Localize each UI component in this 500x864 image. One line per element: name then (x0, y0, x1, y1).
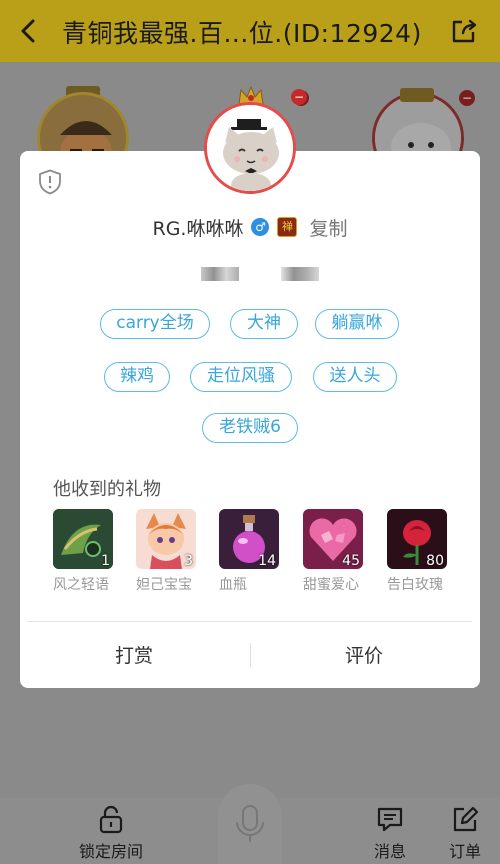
orders-label: 订单 (448, 842, 481, 861)
tag-laotie[interactable]: 老铁贼6 (202, 413, 298, 443)
rank-badge-icon: 禅 (277, 217, 298, 237)
rose-gift-icon: 80 (387, 509, 447, 569)
cat-avatar-icon (207, 105, 293, 191)
username: RG.咻咻咻 (152, 217, 244, 240)
sweet-heart-gift-icon: 45 (303, 509, 363, 569)
gift-item[interactable]: 45 甜蜜爱心 (303, 509, 367, 594)
gift-count: 3 (184, 553, 193, 569)
tag-carry[interactable]: carry全场 (100, 309, 210, 339)
gift-item[interactable]: 80 告白玫瑰 (387, 509, 451, 594)
gift-count: 1 (101, 553, 110, 569)
lock-icon (99, 805, 123, 834)
gift-item[interactable]: 1 风之轻语 (53, 509, 117, 594)
daji-baby-gift-icon: 3 (136, 509, 196, 569)
gift-count: 45 (342, 553, 360, 569)
gift-count: 80 (426, 553, 444, 569)
divider (28, 621, 472, 622)
message-icon (377, 807, 403, 832)
review-button[interactable]: 评价 (345, 641, 383, 668)
lock-room-label: 锁定房间 (78, 842, 143, 861)
wind-whisper-gift-icon: 1 (53, 509, 113, 569)
edit-order-icon (453, 806, 479, 832)
gift-name: 妲己宝宝 (136, 577, 192, 593)
shield-report-icon[interactable] (38, 169, 62, 195)
gift-count: 14 (258, 553, 276, 569)
tag-songrentou[interactable]: 送人头 (313, 362, 397, 392)
user-avatar (204, 102, 296, 194)
gifts-section-title: 他收到的礼物 (53, 479, 161, 500)
remove-icon[interactable]: − (291, 89, 307, 105)
tag-tangying[interactable]: 躺赢咻 (315, 309, 399, 339)
seat-crown-icon (400, 88, 434, 102)
name-row: RG.咻咻咻 ♂ 禅 复制 (20, 213, 480, 241)
gift-name: 甜蜜爱心 (303, 577, 359, 593)
gift-name: 血瓶 (219, 577, 247, 593)
gift-name: 风之轻语 (53, 577, 109, 593)
reward-button[interactable]: 打赏 (115, 641, 153, 668)
tag-laji[interactable]: 辣鸡 (104, 362, 170, 392)
top-bar: 青铜我最强.百...位.(ID:12924) (0, 0, 500, 62)
tag-dashen[interactable]: 大神 (230, 309, 298, 339)
room-title: 青铜我最强.百...位.(ID:12924) (62, 19, 422, 48)
microphone-button[interactable] (218, 784, 282, 864)
microphone-icon (236, 805, 264, 842)
copy-button[interactable]: 复制 (309, 214, 347, 241)
share-icon[interactable] (450, 17, 478, 45)
gift-item[interactable]: 3 妲己宝宝 (136, 509, 200, 594)
potion-gift-icon: 14 (219, 509, 279, 569)
gift-item[interactable]: 14 血瓶 (219, 509, 283, 594)
male-gender-icon: ♂ (251, 218, 270, 236)
back-chevron-icon[interactable] (14, 16, 44, 46)
tag-zouwei[interactable]: 走位风骚 (190, 362, 292, 392)
gift-name: 告白玫瑰 (387, 577, 443, 593)
orders-button[interactable]: 订单 (420, 798, 500, 864)
remove-seat-icon[interactable]: − (459, 90, 475, 106)
blurred-info (281, 267, 319, 281)
divider (250, 643, 251, 667)
blurred-info (201, 267, 239, 281)
user-profile-card: − RG.咻咻咻 ♂ 禅 复制 carry全场 大神 躺赢咻 辣鸡 走位风骚 送… (20, 85, 480, 688)
lock-room-button[interactable]: 锁定房间 (66, 798, 156, 864)
